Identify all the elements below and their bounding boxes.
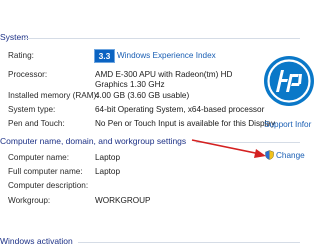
system-type-label: System type: — [8, 105, 56, 114]
memory-value: 4.00 GB (3.60 GB usable) — [95, 91, 190, 100]
rating-score-badge: 3.3 — [94, 49, 115, 63]
memory-label: Installed memory (RAM): — [8, 91, 99, 100]
pen-touch-label: Pen and Touch: — [8, 119, 65, 128]
windows-experience-index-link[interactable]: Windows Experience Index — [117, 51, 216, 60]
full-computer-name-value: Laptop — [95, 167, 121, 176]
hp-logo-mark-icon — [265, 57, 313, 105]
pen-touch-value: No Pen or Touch Input is available for t… — [95, 119, 276, 128]
processor-label: Processor: — [8, 70, 48, 79]
uac-shield-icon — [265, 150, 274, 160]
hp-logo — [264, 56, 314, 106]
computer-name-label: Computer name: — [8, 153, 69, 162]
full-computer-name-label: Full computer name: — [8, 167, 83, 176]
support-information-link[interactable]: Support Infor — [264, 120, 311, 129]
computer-description-label: Computer description: — [8, 181, 89, 190]
processor-value: AMD E-300 APU with Radeon(tm) HD Graphic… — [95, 70, 233, 89]
workgroup-label: Workgroup: — [8, 196, 51, 205]
computer-name-value: Laptop — [95, 153, 121, 162]
change-settings-link[interactable]: Change — [276, 151, 305, 160]
red-arrow-annotation-icon — [191, 139, 266, 158]
windows-activation-section-divider — [78, 242, 300, 243]
computer-name-section-title: Computer name, domain, and workgroup set… — [0, 136, 187, 146]
workgroup-value: WORKGROUP — [95, 196, 151, 205]
rating-label: Rating: — [8, 51, 34, 60]
windows-activation-section-title: Windows activation — [0, 236, 73, 246]
system-type-value: 64-bit Operating System, x64-based proce… — [95, 105, 265, 114]
system-section-title: System — [0, 32, 29, 42]
system-section-divider — [24, 38, 300, 39]
